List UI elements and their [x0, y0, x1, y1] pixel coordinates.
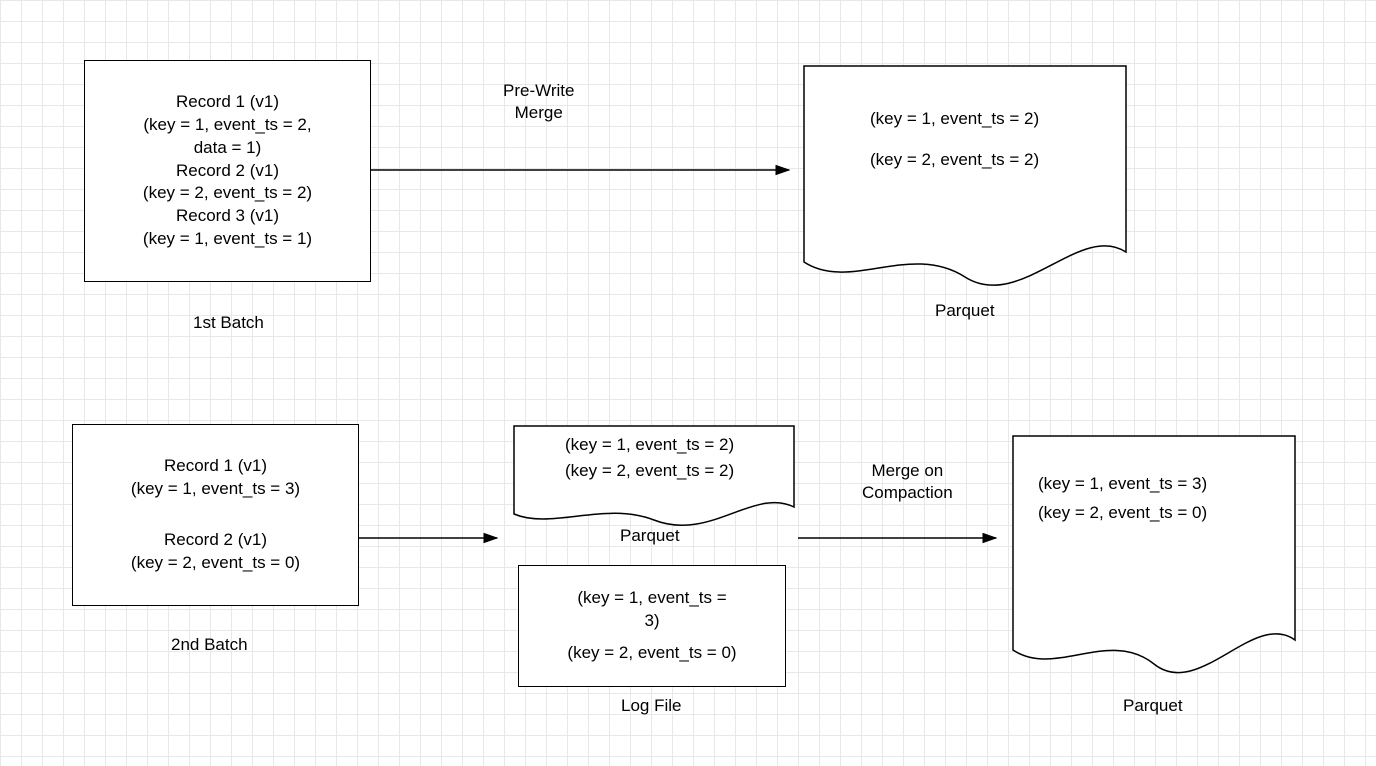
parquet-small-line: (key = 2, event_ts = 2) — [565, 458, 734, 484]
parquet-doc-3 — [1009, 432, 1299, 672]
batch1-line: Record 3 (v1) — [176, 205, 279, 228]
first-batch-caption: 1st Batch — [193, 312, 264, 334]
parquet1-line: (key = 2, event_ts = 2) — [870, 146, 1039, 173]
parquet3-text: (key = 1, event_ts = 3) (key = 2, event_… — [1038, 470, 1207, 528]
batch2-line: Record 1 (v1) — [131, 455, 300, 478]
arrow-pre-write-merge — [371, 160, 799, 180]
parquet-small-line: (key = 1, event_ts = 2) — [565, 432, 734, 458]
parquet1-text: (key = 1, event_ts = 2) (key = 2, event_… — [870, 105, 1039, 173]
batch2-line: Record 2 (v1) — [131, 529, 300, 552]
parquet1-caption: Parquet — [935, 300, 995, 322]
parquet3-line: (key = 1, event_ts = 3) — [1038, 470, 1207, 499]
batch1-line: Record 1 (v1) — [176, 91, 279, 114]
batch1-line: Record 2 (v1) — [176, 160, 279, 183]
log-file-card: (key = 1, event_ts = 3) (key = 2, event_… — [518, 565, 786, 687]
batch2-line: (key = 2, event_ts = 0) — [131, 552, 300, 575]
batch1-line: (key = 1, event_ts = 1) — [143, 228, 312, 251]
batch1-line: (key = 2, event_ts = 2) — [143, 182, 312, 205]
parquet-small-text: (key = 1, event_ts = 2) (key = 2, event_… — [565, 432, 734, 485]
batch1-line: data = 1) — [194, 137, 262, 160]
arrow-label-pre-write-merge: Pre-Write Merge — [503, 80, 574, 124]
logfile-line: (key = 1, event_ts = — [577, 587, 726, 610]
parquet3-line: (key = 2, event_ts = 0) — [1038, 499, 1207, 528]
first-batch-box: Record 1 (v1) (key = 1, event_ts = 2, da… — [84, 60, 371, 282]
logfile-line: 3) — [644, 610, 659, 633]
second-batch-caption: 2nd Batch — [171, 634, 248, 656]
parquet1-line: (key = 1, event_ts = 2) — [870, 105, 1039, 132]
arrow-label-merge-compaction: Merge on Compaction — [862, 460, 953, 504]
logfile-caption: Log File — [621, 695, 681, 717]
arrow-merge-compaction — [798, 528, 1006, 548]
logfile-line: (key = 2, event_ts = 0) — [567, 642, 736, 665]
parquet-small-caption: Parquet — [620, 525, 680, 547]
arrow-to-parquet-small — [359, 528, 507, 548]
batch1-line: (key = 1, event_ts = 2, — [143, 114, 311, 137]
diagram-canvas: Record 1 (v1) (key = 1, event_ts = 2, da… — [0, 0, 1376, 766]
batch2-line: (key = 1, event_ts = 3) — [131, 478, 300, 501]
second-batch-box: Record 1 (v1) (key = 1, event_ts = 3) Re… — [72, 424, 359, 606]
parquet3-caption: Parquet — [1123, 695, 1183, 717]
